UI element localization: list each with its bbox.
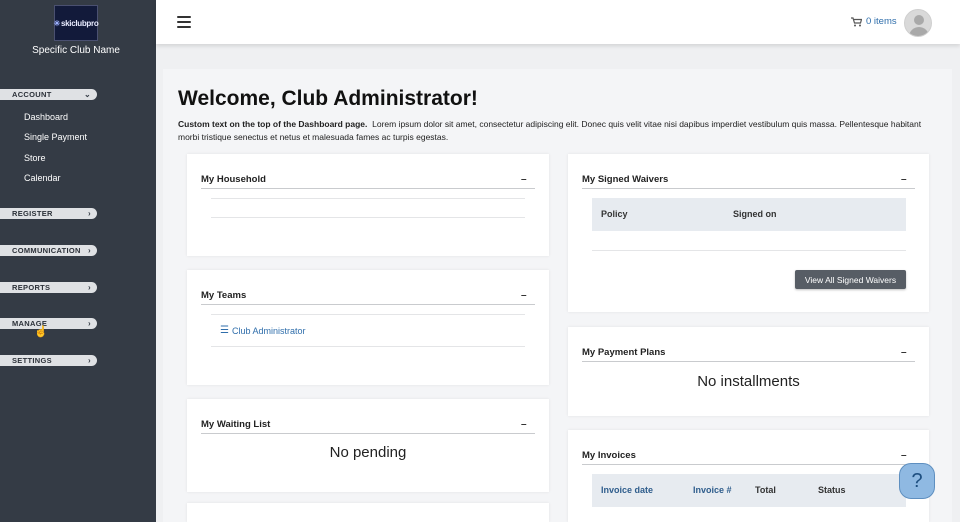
panel-title: My Signed Waivers [582, 174, 669, 185]
row-divider [211, 198, 525, 199]
club-logo[interactable]: ✳skiclubpro [54, 5, 99, 41]
column-header-policy[interactable]: Policy [601, 209, 628, 219]
chevron-right-icon: › [88, 246, 91, 255]
help-button[interactable]: ? [899, 463, 935, 499]
sidebar-section-label: ACCOUNT [12, 90, 52, 99]
intro-text: Custom text on the top of the Dashboard … [178, 118, 923, 144]
collapse-icon[interactable]: – [521, 290, 527, 301]
row-divider [211, 346, 525, 347]
sidebar-item-dashboard[interactable]: Dashboard [24, 112, 68, 122]
chevron-right-icon: › [88, 209, 91, 218]
chevron-right-icon: › [88, 319, 91, 328]
sidebar-section-label: REPORTS [12, 283, 51, 292]
cart-link[interactable]: 0 items [851, 16, 897, 27]
column-header-signed-on[interactable]: Signed on [733, 209, 777, 219]
page-title: Welcome, Club Administrator! [178, 87, 478, 110]
sidebar-section-communication[interactable]: COMMUNICATION › [0, 245, 97, 256]
panel-divider [582, 188, 915, 189]
mouse-cursor-icon: ☝ [34, 326, 48, 338]
panel-household: My Household – [187, 154, 549, 256]
sidebar-section-label: REGISTER [12, 209, 53, 218]
sidebar-section-label: COMMUNICATION [12, 246, 81, 255]
sidebar: ✳skiclubpro Specific Club Name ACCOUNT ⌄… [0, 0, 156, 522]
sidebar-section-manage[interactable]: MANAGE › [0, 318, 97, 329]
collapse-icon[interactable]: – [901, 450, 907, 461]
club-name: Specific Club Name [32, 45, 120, 56]
waiting-empty-message: No pending [329, 444, 407, 461]
panel-invoices: My Invoices – Invoice date Invoice # Tot… [568, 430, 929, 522]
panel-teams: My Teams – ☰ Club Administrator [187, 270, 549, 385]
panel-payment-plans: My Payment Plans – No installments [568, 327, 929, 416]
hamburger-menu-icon[interactable] [177, 16, 191, 28]
panel-title: My Household [201, 174, 266, 185]
row-divider [592, 250, 906, 251]
collapse-icon[interactable]: – [901, 174, 907, 185]
sidebar-item-calendar[interactable]: Calendar [24, 173, 61, 183]
panel-divider [201, 304, 535, 305]
sidebar-item-store[interactable]: Store [24, 153, 46, 163]
panel-title: My Teams [201, 290, 247, 301]
cart-icon [851, 16, 862, 26]
column-header-invoice-number[interactable]: Invoice # [693, 485, 732, 495]
panel-title: My Invoices [582, 450, 636, 461]
list-icon: ☰ [220, 325, 229, 336]
chevron-right-icon: › [88, 356, 91, 365]
payment-plans-empty-message: No installments [697, 373, 800, 390]
team-link-label: Club Administrator [231, 325, 306, 336]
panel-waiting-list: My Waiting List – No pending [187, 399, 549, 492]
panel-divider [582, 361, 915, 362]
panel-divider [582, 464, 915, 465]
view-all-waivers-button[interactable]: View All Signed Waivers [795, 270, 906, 289]
collapse-icon[interactable]: – [521, 419, 527, 430]
column-header-total[interactable]: Total [755, 485, 776, 495]
panel-divider [201, 188, 535, 189]
collapse-icon[interactable]: – [521, 174, 527, 185]
intro-bold: Custom text on the top of the Dashboard … [178, 119, 368, 129]
collapse-icon[interactable]: – [901, 347, 907, 358]
panel-title: My Payment Plans [582, 347, 666, 358]
user-avatar[interactable] [904, 9, 932, 37]
panel-title: My Waiting List [201, 419, 271, 430]
sidebar-section-register[interactable]: REGISTER › [0, 208, 97, 219]
row-divider [211, 217, 525, 218]
sidebar-section-reports[interactable]: REPORTS › [0, 282, 97, 293]
column-header-invoice-date[interactable]: Invoice date [601, 485, 653, 495]
column-header-status[interactable]: Status [818, 485, 846, 495]
cart-count: 0 items [866, 16, 897, 27]
chevron-right-icon: › [88, 283, 91, 292]
top-bar: 0 items [156, 0, 960, 44]
sidebar-item-single-payment[interactable]: Single Payment [24, 132, 87, 142]
team-link[interactable]: ☰ Club Administrator [220, 325, 306, 336]
row-divider [211, 314, 525, 315]
chevron-down-icon: ⌄ [83, 90, 91, 99]
panel-divider [201, 433, 535, 434]
panel-next [187, 503, 549, 522]
logo-text: skiclubpro [60, 18, 99, 28]
question-icon: ? [911, 469, 923, 492]
sidebar-section-account[interactable]: ACCOUNT ⌄ [0, 89, 97, 100]
sidebar-section-label: SETTINGS [12, 356, 52, 365]
sidebar-section-settings[interactable]: SETTINGS › [0, 355, 97, 366]
